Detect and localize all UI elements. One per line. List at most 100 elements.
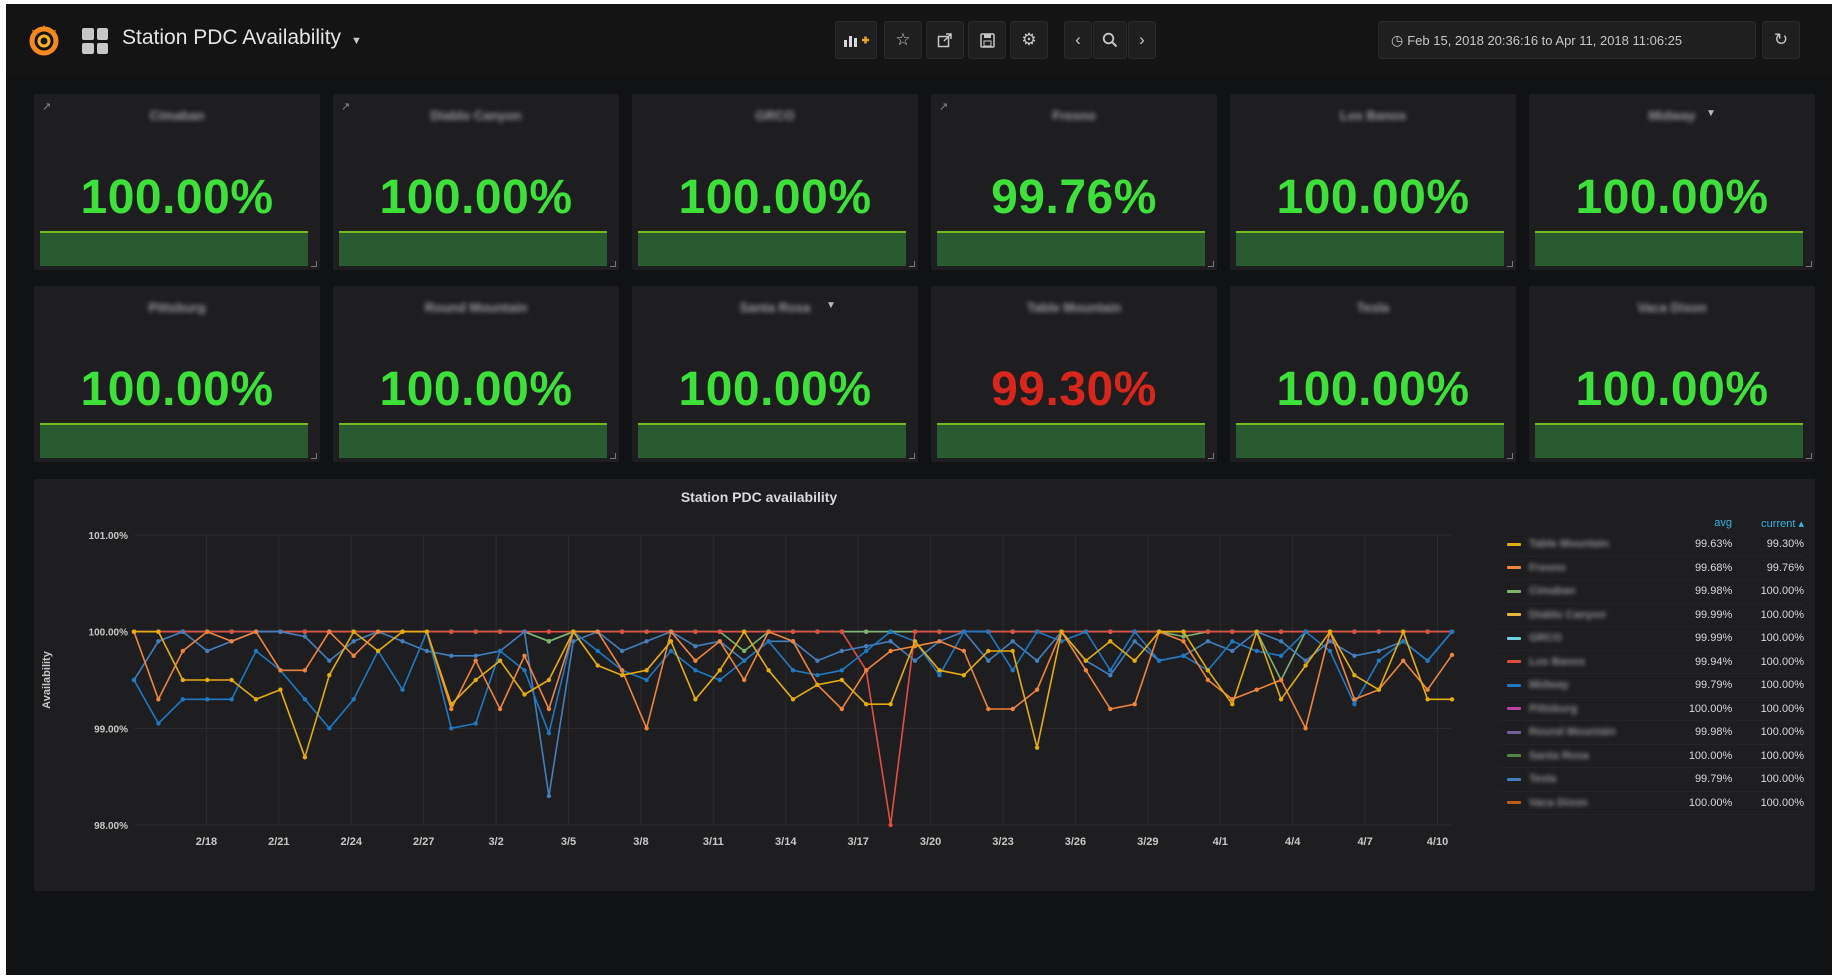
legend-series-name[interactable]: Santa Rosa: [1529, 750, 1669, 762]
stat-panel[interactable]: Vaca Dixon 100.00%: [1529, 286, 1815, 462]
star-dashboard-button[interactable]: ☆: [884, 21, 922, 59]
panel-resize-handle[interactable]: [1507, 261, 1513, 267]
panel-resize-handle[interactable]: [610, 261, 616, 267]
stat-panel-title[interactable]: GRCO: [632, 108, 918, 123]
time-forward-button[interactable]: ›: [1128, 21, 1156, 59]
stat-panel-title[interactable]: Pittsburg: [34, 300, 320, 315]
stat-panel[interactable]: Midway ▼ 100.00%: [1529, 94, 1815, 270]
stat-panel-title[interactable]: Vaca Dixon: [1529, 300, 1815, 315]
legend-color-swatch[interactable]: [1507, 566, 1521, 570]
dashboard-title[interactable]: Station PDC Availability: [122, 26, 341, 50]
legend-color-swatch[interactable]: [1507, 683, 1521, 687]
panel-resize-handle[interactable]: [1208, 453, 1214, 459]
legend-row[interactable]: Round Mountain 99.98% 100.00%: [1499, 721, 1804, 745]
legend-row[interactable]: Diablo Canyon 99.99% 100.00%: [1499, 604, 1804, 627]
stat-panel-title[interactable]: Cimaban: [34, 108, 320, 123]
stat-panel-title[interactable]: Round Mountain: [333, 300, 619, 315]
panel-resize-handle[interactable]: [311, 453, 317, 459]
legend-series-name[interactable]: Fresno: [1529, 562, 1669, 574]
grafana-logo-icon[interactable]: [26, 22, 62, 58]
legend-row[interactable]: Midway 99.79% 100.00%: [1499, 674, 1804, 698]
stat-panel[interactable]: ↗ Diablo Canyon 100.00%: [333, 94, 619, 270]
legend-series-name[interactable]: Vaca Dixon: [1529, 797, 1669, 809]
settings-button[interactable]: ⚙: [1010, 21, 1048, 59]
stat-panel[interactable]: Round Mountain 100.00%: [333, 286, 619, 462]
chevron-down-icon[interactable]: ▼: [351, 35, 362, 47]
legend-series-name[interactable]: Diablo Canyon: [1529, 609, 1669, 621]
stat-panel[interactable]: Los Banos 100.00%: [1230, 94, 1516, 270]
stat-panel[interactable]: Tesla 100.00%: [1230, 286, 1516, 462]
chevron-down-icon[interactable]: ▼: [826, 300, 836, 311]
legend-color-swatch[interactable]: [1507, 801, 1521, 805]
save-dashboard-button[interactable]: [968, 21, 1006, 59]
panel-resize-handle[interactable]: [610, 453, 616, 459]
stat-panel[interactable]: Santa Rosa ▼ 100.00%: [632, 286, 918, 462]
legend-row[interactable]: Fresno 99.68% 99.76%: [1499, 557, 1804, 580]
legend-color-swatch[interactable]: [1507, 613, 1521, 617]
chevron-down-icon[interactable]: ▼: [1706, 108, 1716, 119]
share-dashboard-button[interactable]: [926, 21, 964, 59]
stat-panel-title[interactable]: Los Banos: [1230, 108, 1516, 123]
legend-row[interactable]: Los Banos 99.94% 100.00%: [1499, 651, 1804, 674]
legend-row[interactable]: Table Mountain 99.63% 99.30%: [1499, 533, 1804, 557]
legend-row[interactable]: Pittsburg 100.00% 100.00%: [1499, 698, 1804, 721]
stat-panel-title[interactable]: Fresno: [931, 108, 1217, 123]
legend-row[interactable]: Tesla 99.79% 100.00%: [1499, 768, 1804, 792]
legend-avg-value: 100.00%: [1688, 702, 1733, 715]
series-line[interactable]: [133, 630, 1453, 797]
legend-sort-avg[interactable]: avg: [1668, 517, 1732, 529]
legend-series-name[interactable]: Pittsburg: [1529, 703, 1669, 715]
stat-panel[interactable]: Pittsburg 100.00%: [34, 286, 320, 462]
legend-color-swatch[interactable]: [1507, 636, 1521, 640]
add-panel-icon: [844, 36, 869, 47]
panel-resize-handle[interactable]: [909, 261, 915, 267]
legend-color-swatch[interactable]: [1507, 777, 1521, 781]
legend-color-swatch[interactable]: [1507, 754, 1521, 758]
time-back-button[interactable]: ‹: [1064, 21, 1092, 59]
legend-series-name[interactable]: Los Banos: [1529, 656, 1669, 668]
stat-panel-title[interactable]: Diablo Canyon: [333, 108, 619, 123]
legend-row[interactable]: GRCO 99.99% 100.00%: [1499, 627, 1804, 651]
legend-series-name[interactable]: Tesla: [1529, 773, 1669, 785]
legend-color-swatch[interactable]: [1507, 707, 1521, 711]
legend-color-swatch[interactable]: [1507, 660, 1521, 664]
panel-resize-handle[interactable]: [1507, 453, 1513, 459]
add-panel-button[interactable]: [835, 21, 877, 59]
legend-sort-current[interactable]: current ▴: [1732, 517, 1804, 530]
stat-panel-title[interactable]: Tesla: [1230, 300, 1516, 315]
stat-panel-title[interactable]: Midway: [1529, 108, 1815, 123]
availability-graph-panel[interactable]: Station PDC availability 101.00% 100.00% 9…: [34, 479, 1815, 891]
legend-row[interactable]: Santa Rosa 100.00% 100.00%: [1499, 745, 1804, 768]
series-line[interactable]: [133, 630, 1453, 730]
refresh-button[interactable]: ↻: [1762, 21, 1800, 59]
series-line[interactable]: [133, 630, 1453, 734]
data-point: [815, 629, 820, 634]
stat-panel[interactable]: GRCO 100.00%: [632, 94, 918, 270]
legend-color-swatch[interactable]: [1507, 589, 1521, 593]
panel-resize-handle[interactable]: [1806, 261, 1812, 267]
legend-series-name[interactable]: GRCO: [1529, 632, 1669, 644]
data-point: [546, 706, 552, 712]
availability-chart[interactable]: 101.00% 100.00% 99.00% 98.00% 2/18 2/21 2/24 2/…: [34, 479, 1494, 891]
stat-panel[interactable]: ↗ Fresno 99.76%: [931, 94, 1217, 270]
data-point: [1278, 653, 1284, 658]
legend-series-name[interactable]: Round Mountain: [1529, 726, 1669, 738]
stat-panel-title[interactable]: Table Mountain: [931, 300, 1217, 315]
legend-color-swatch[interactable]: [1507, 542, 1521, 546]
legend-series-name[interactable]: Table Mountain: [1529, 538, 1669, 550]
time-range-picker[interactable]: ◷ Feb 15, 2018 20:36:16 to Apr 11, 2018 …: [1378, 21, 1756, 59]
panel-resize-handle[interactable]: [1806, 453, 1812, 459]
legend-series-name[interactable]: Midway: [1529, 679, 1669, 691]
legend-color-swatch[interactable]: [1507, 730, 1521, 734]
panel-resize-handle[interactable]: [1208, 261, 1214, 267]
legend-row[interactable]: Vaca Dixon 100.00% 100.00%: [1499, 792, 1804, 815]
stat-panel[interactable]: Table Mountain 99.30%: [931, 286, 1217, 462]
panel-resize-handle[interactable]: [311, 261, 317, 267]
zoom-out-button[interactable]: [1093, 21, 1127, 59]
stat-panel-title[interactable]: Santa Rosa: [632, 300, 918, 315]
x-tick-label: 2/27: [413, 836, 434, 848]
legend-series-name[interactable]: Cimaban: [1529, 585, 1669, 597]
legend-row[interactable]: Cimaban 99.98% 100.00%: [1499, 580, 1804, 604]
stat-panel[interactable]: ↗ Cimaban 100.00%: [34, 94, 320, 270]
panel-resize-handle[interactable]: [909, 453, 915, 459]
